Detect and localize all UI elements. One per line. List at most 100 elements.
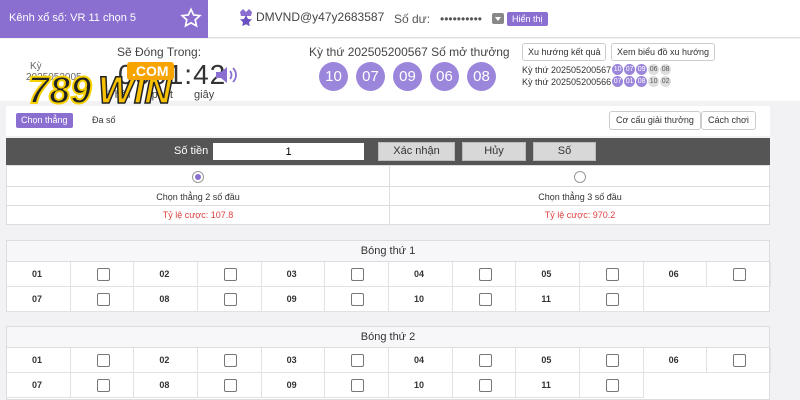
number-label: 03 xyxy=(261,348,326,373)
trend-ball: 09 xyxy=(636,64,648,75)
number-checkbox[interactable] xyxy=(733,354,747,367)
number-checkbox[interactable] xyxy=(605,268,619,281)
trend-ball: 01 xyxy=(624,76,636,87)
number-label: 11 xyxy=(516,287,580,312)
play-mode-tabs: Chọn thẳng Đa số Cơ cấu giải thưởng Cách… xyxy=(6,106,770,136)
number-cell xyxy=(197,287,262,312)
number-checkbox[interactable] xyxy=(223,379,237,392)
channel-label: Kênh xổ số: VR 11 chọn 5 xyxy=(9,12,136,24)
number-cell xyxy=(70,262,135,287)
winning-ball: 07 xyxy=(356,62,385,91)
trend-results-button[interactable]: Xu hướng kết quả xyxy=(522,43,607,61)
number-checkbox[interactable] xyxy=(351,379,365,392)
time-unit-second: giây xyxy=(194,89,215,101)
prize-structure-button[interactable]: Cơ cấu giải thưởng xyxy=(609,111,701,130)
bet-option[interactable]: Chọn thẳng 3 số đầu Tỷ lệ cược: 970.2 xyxy=(389,166,771,226)
number-label: 02 xyxy=(134,348,198,373)
number-checkbox[interactable] xyxy=(351,354,365,367)
username: DMVND@y47y2683587 xyxy=(256,10,385,24)
number-cell xyxy=(452,262,517,287)
number-cell xyxy=(452,287,517,312)
balance-label: Số dư: xyxy=(394,12,431,26)
number-cell xyxy=(579,287,644,312)
number-label: 01 xyxy=(7,262,71,287)
bet-option-name: Chọn thẳng 2 số đầu xyxy=(7,186,389,206)
draw-info-panel: Sẽ Đóng Trong: Kỳ 2025052005 0001:42 Thờ… xyxy=(0,39,800,113)
number-checkbox[interactable] xyxy=(223,354,237,367)
number-cell xyxy=(707,262,771,287)
number-checkbox[interactable] xyxy=(478,268,492,281)
number-checkbox[interactable] xyxy=(96,354,110,367)
number-label: 08 xyxy=(134,373,198,398)
number-checkbox[interactable] xyxy=(605,379,619,392)
section-title: Bóng thứ 2 xyxy=(7,327,769,348)
tab-da-so[interactable]: Đa số xyxy=(92,115,116,125)
number-label: 03 xyxy=(261,262,326,287)
bet-options: Chọn thẳng 2 số đầu Tỷ lệ cược: 107.8 Ch… xyxy=(6,165,771,226)
number-label: 05 xyxy=(516,348,580,373)
amount-input[interactable] xyxy=(213,143,364,160)
user-info: DMVND@y47y2683587 xyxy=(238,8,384,26)
bet-option[interactable]: Chọn thẳng 2 số đầu Tỷ lệ cược: 107.8 xyxy=(7,166,389,226)
trend-ball: 08 xyxy=(636,76,648,87)
numbers-button[interactable]: Số xyxy=(533,142,596,161)
speaker-icon[interactable] xyxy=(214,65,238,85)
bet-option-name: Chọn thẳng 3 số đầu xyxy=(389,186,771,206)
trend-row: Kỳ thứ 202505200567 10 07 09 06 08 xyxy=(522,64,672,75)
number-label: 09 xyxy=(261,287,326,312)
number-cell xyxy=(452,348,517,373)
number-label: 06 xyxy=(643,262,708,287)
cancel-button[interactable]: Hủy xyxy=(462,142,526,161)
bet-option-rate: Tỷ lệ cược: 970.2 xyxy=(544,210,616,220)
number-cell xyxy=(707,348,771,373)
number-checkbox[interactable] xyxy=(605,293,619,306)
number-checkbox[interactable] xyxy=(605,354,619,367)
number-label: 07 xyxy=(7,287,71,312)
channel-selector[interactable]: Kênh xổ số: VR 11 chọn 5 xyxy=(0,0,208,38)
draw-title: Kỳ thứ 202505200567 Số mở thưởng xyxy=(309,45,510,59)
number-checkbox[interactable] xyxy=(96,268,110,281)
how-to-play-button[interactable]: Cách chơi xyxy=(701,111,756,130)
bet-option-radio[interactable] xyxy=(192,171,204,183)
winning-balls: 10 07 09 06 08 xyxy=(319,62,496,91)
number-label: 01 xyxy=(7,348,71,373)
amount-label: Số tiền xyxy=(174,145,209,157)
number-label: 07 xyxy=(7,373,71,398)
ball-section: Bóng thứ 1 01 02 03 04 05 06 07 08 09 10 11 xyxy=(6,240,771,312)
trend-row: Kỳ thứ 202505200566 07 01 08 10 02 xyxy=(522,76,672,87)
number-cell xyxy=(325,287,389,312)
number-checkbox[interactable] xyxy=(478,379,492,392)
confirm-bet-button[interactable]: Xác nhận cược xyxy=(378,142,455,174)
trend-ball: 02 xyxy=(660,76,672,87)
number-checkbox[interactable] xyxy=(478,354,492,367)
number-checkbox[interactable] xyxy=(223,268,237,281)
number-checkbox[interactable] xyxy=(96,379,110,392)
bet-amount-bar: Số tiền Xác nhận cược Hủy Số xyxy=(6,138,770,174)
number-checkbox[interactable] xyxy=(351,268,365,281)
trend-row-label: Kỳ thứ 202505200567 xyxy=(522,64,612,75)
winning-ball: 06 xyxy=(430,62,459,91)
number-checkbox[interactable] xyxy=(478,293,492,306)
number-checkbox[interactable] xyxy=(733,268,747,281)
number-cell xyxy=(197,373,262,398)
number-cell xyxy=(70,348,135,373)
number-label: 09 xyxy=(261,373,326,398)
number-checkbox[interactable] xyxy=(96,293,110,306)
number-label: 04 xyxy=(388,262,453,287)
number-checkbox[interactable] xyxy=(351,293,365,306)
trend-ball: 07 xyxy=(612,76,624,87)
number-checkbox[interactable] xyxy=(223,293,237,306)
show-balance-button[interactable]: Hiển thị xyxy=(507,12,548,26)
number-label: 05 xyxy=(516,262,580,287)
tab-chon-thang[interactable]: Chọn thẳng xyxy=(16,113,73,128)
number-cell xyxy=(452,373,517,398)
number-cell xyxy=(70,287,135,312)
number-cell xyxy=(579,373,644,398)
bet-option-radio[interactable] xyxy=(574,171,586,183)
number-cell xyxy=(325,373,389,398)
closing-label: Sẽ Đóng Trong: xyxy=(117,45,202,59)
favorite-star-icon[interactable] xyxy=(180,7,202,29)
chevron-down-icon[interactable] xyxy=(492,13,504,24)
trend-chart-button[interactable]: Xem biểu đồ xu hướng xyxy=(611,43,715,61)
vip-user-icon xyxy=(240,9,252,26)
